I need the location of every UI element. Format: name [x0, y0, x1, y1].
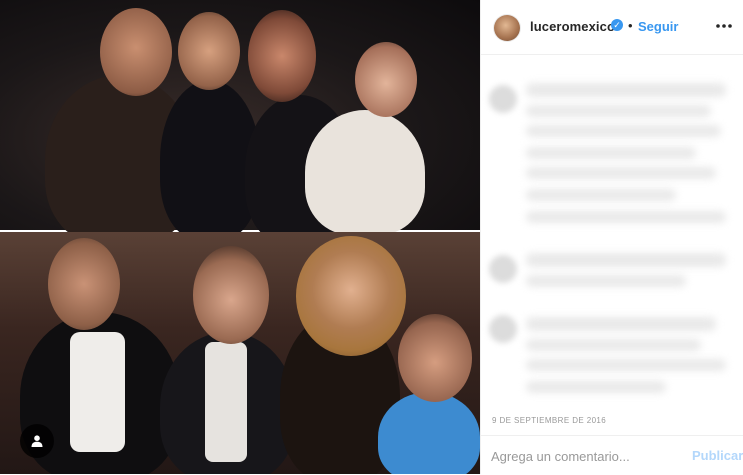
blurred-comment	[526, 339, 701, 351]
follow-button[interactable]: Seguir	[638, 19, 678, 34]
blurred-avatar	[489, 315, 517, 343]
post-date: 9 DE SEPTIEMBRE DE 2016	[492, 416, 607, 425]
post-photo[interactable]	[0, 0, 480, 474]
shirt-boy-bottom	[205, 342, 247, 462]
face-woman-bottom	[296, 236, 406, 356]
face-boy-bottom	[193, 246, 269, 344]
shirt-man-bottom	[70, 332, 125, 452]
blurred-comment	[526, 189, 676, 201]
blurred-comment	[526, 83, 726, 97]
post-sidebar: luceromexico ✓ • Seguir 9 DE SEPTIEMBRE …	[480, 0, 743, 474]
username-link[interactable]: luceromexico	[530, 19, 615, 34]
face-man-top	[100, 8, 172, 96]
blurred-avatar	[489, 255, 517, 283]
photo-top-half	[0, 0, 480, 245]
blurred-comment	[526, 381, 666, 393]
face-woman-top	[248, 10, 316, 102]
person-tag-icon	[31, 435, 43, 447]
more-options-button[interactable]	[714, 16, 734, 36]
blurred-comment	[526, 253, 726, 267]
blurred-comment	[526, 105, 711, 117]
blurred-comment	[526, 147, 696, 159]
blurred-comment	[526, 125, 721, 137]
post-header: luceromexico ✓ • Seguir	[481, 0, 743, 55]
tag-button[interactable]	[20, 424, 54, 458]
blurred-avatar	[489, 85, 517, 113]
comment-input[interactable]	[491, 446, 681, 466]
more-options-icon	[716, 24, 732, 28]
blurred-comment	[526, 211, 726, 223]
avatar[interactable]	[494, 15, 520, 41]
publish-button[interactable]: Publicar	[692, 448, 743, 463]
blurred-comment	[526, 275, 686, 287]
blurred-comment	[526, 167, 716, 179]
verified-badge-icon: ✓	[611, 19, 623, 31]
separator-dot: •	[628, 18, 633, 33]
comment-bar: Publicar	[481, 435, 743, 475]
face-man-bottom	[48, 238, 120, 330]
face-girl-top	[355, 42, 417, 117]
photo-bottom-half	[0, 232, 480, 474]
blurred-comment	[526, 359, 726, 371]
face-girl-bottom	[398, 314, 472, 402]
face-boy-top	[178, 12, 240, 90]
blurred-comment	[526, 317, 716, 331]
comments-area-blurred	[481, 55, 743, 406]
figure-girl-bottom	[378, 392, 480, 474]
figure-girl-top	[305, 110, 425, 235]
